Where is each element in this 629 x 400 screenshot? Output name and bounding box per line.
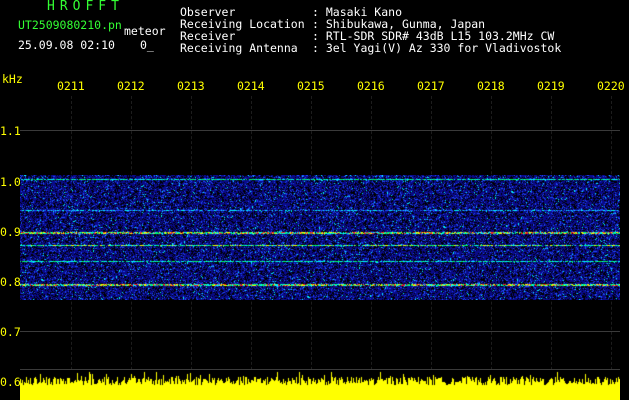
app-title: HROFFT bbox=[47, 0, 124, 14]
info-values: : Masaki Kano : Shibukawa, Gunma, Japan … bbox=[312, 5, 562, 55]
x-tick-label: 0216 bbox=[357, 79, 385, 93]
stray-text: 0_ bbox=[140, 38, 154, 52]
date-time: 25.09.08 02:10 bbox=[18, 38, 115, 52]
x-tick-label: 0217 bbox=[417, 79, 445, 93]
y-tick-label: 0.8 bbox=[0, 275, 21, 289]
freq-gridline bbox=[20, 331, 620, 332]
x-tick-label: 0211 bbox=[57, 79, 85, 93]
type-label: meteor bbox=[124, 24, 166, 38]
x-tick-label: 0219 bbox=[537, 79, 565, 93]
file-name: UT2509080210.pn bbox=[18, 18, 122, 32]
y-tick-label: 1.0 bbox=[0, 175, 21, 189]
x-tick-label: 0215 bbox=[297, 79, 325, 93]
x-tick-label: 0212 bbox=[117, 79, 145, 93]
y-tick-label: 0.7 bbox=[0, 325, 21, 339]
spectrogram-plot bbox=[20, 175, 620, 300]
power-strip bbox=[20, 370, 620, 400]
y-tick-label: 1.1 bbox=[0, 124, 21, 138]
info-labels: Observer Receiving Location Receiver Rec… bbox=[180, 5, 305, 55]
x-tick-label: 0218 bbox=[477, 79, 505, 93]
freq-gridline bbox=[20, 130, 620, 131]
x-tick-label: 0220 bbox=[597, 79, 625, 93]
y-tick-label: 0.9 bbox=[0, 225, 21, 239]
x-tick-label: 0214 bbox=[237, 79, 265, 93]
x-tick-label: 0213 bbox=[177, 79, 205, 93]
y-tick-label: 0.6 bbox=[0, 375, 21, 389]
y-axis-unit: kHz bbox=[2, 72, 23, 86]
